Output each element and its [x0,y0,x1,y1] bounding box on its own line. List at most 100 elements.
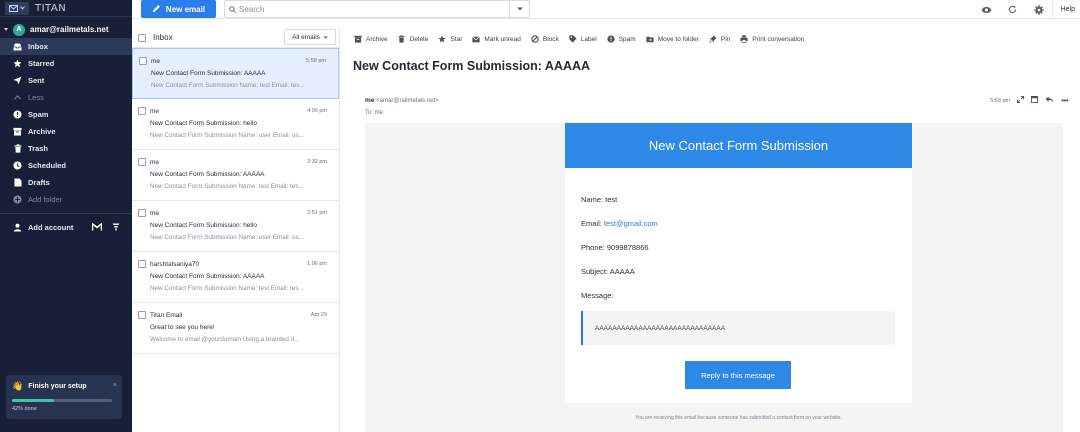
sidebar-item-label: Sent [28,76,45,85]
search-input[interactable] [239,1,509,17]
message-actions: 5:58 pm ••• [990,96,1068,105]
popout-icon[interactable] [1031,96,1039,105]
gear-icon[interactable] [1026,4,1052,15]
finish-setup-card[interactable]: 👋 Finish your setup × 42% done [6,375,122,419]
mail-app-switcher[interactable] [5,1,29,15]
top-right-icons: Help [974,0,1080,19]
email-message-label: Message: [581,291,614,300]
setup-progress-fill [12,399,54,402]
mail-from: me [150,108,160,115]
list-item[interactable]: Titan Email Apr 29 Great to see you here… [132,303,339,354]
filter-dropdown[interactable]: All emails [284,29,336,45]
archive-button[interactable]: Archive [354,35,388,43]
reading-pane: Archive Delete Star Mark unread Block La… [341,28,1080,432]
sidebar-item-label: Inbox [28,42,48,51]
sidebar-item-less[interactable]: Less [0,89,132,106]
mail-preview: Welcome to email @yourdomain Using a bra… [150,336,300,343]
pin-button[interactable]: Pin [709,35,730,43]
gmail-icon[interactable] [91,221,103,233]
delete-button[interactable]: Delete [398,35,428,43]
row-checkbox[interactable] [138,311,146,319]
recipient-line: To: me [365,110,384,116]
more-options-icon[interactable]: ••• [1061,96,1068,105]
block-button[interactable]: Block [531,35,559,43]
sidebar-item-inbox[interactable]: Inbox [0,38,132,55]
search-options-dropdown[interactable] [509,1,529,17]
expand-icon[interactable] [1017,96,1025,105]
label-button[interactable]: Label [569,35,597,43]
reply-icon[interactable] [1045,96,1054,105]
print-button[interactable]: Print conversation [740,35,804,43]
mail-preview: New Contact Form Submission Name: user E… [150,234,304,241]
list-item[interactable]: me 3:32 pm New Contact Form Submission: … [132,150,339,201]
envelope-icon [9,4,18,12]
list-item[interactable]: me 5:58 pm New Contact Form Submission: … [132,48,339,99]
caret-down-icon [4,28,8,31]
mail-time: 5:58 pm [306,58,326,64]
inbox-icon [13,42,22,51]
sidebar-item-drafts[interactable]: Drafts [0,174,132,191]
sidebar-item-label: Less [28,93,44,102]
close-icon[interactable]: × [113,382,117,389]
move-to-folder-button[interactable]: Move to folder [646,35,699,43]
row-checkbox[interactable] [138,107,146,115]
archive-label: Archive [366,35,388,43]
help-link[interactable]: Help [1051,0,1080,19]
eye-icon[interactable] [974,6,1000,14]
sidebar-item-label: Drafts [28,178,50,187]
select-all-checkbox[interactable] [138,33,146,42]
add-account-button[interactable]: Add account [0,219,132,236]
list-item[interactable]: harshtalsaniya70 1:06 pm New Contact For… [132,252,339,303]
refresh-icon[interactable] [1000,5,1026,14]
sidebar-item-trash[interactable]: Trash [0,140,132,157]
email-header: New Contact Form Submission [565,123,912,168]
draft-icon [13,178,22,187]
brand-bar: TITAN [0,0,132,17]
new-email-button[interactable]: New email [141,0,216,18]
sidebar-item-scheduled[interactable]: Scheduled [0,157,132,174]
mail-time: 2:51 pm [307,210,327,216]
sidebar-item-starred[interactable]: Starred [0,55,132,72]
sidebar-item-archive[interactable]: Archive [0,123,132,140]
star-button[interactable]: Star [438,35,462,43]
titan-icon[interactable] [112,223,120,233]
list-item[interactable]: me 2:51 pm New Contact Form Submission: … [132,201,339,252]
mail-from: harshtalsaniya70 [150,261,200,268]
chevron-down-icon [20,6,25,10]
block-icon [531,35,539,43]
search-icon [225,5,239,13]
caret-down-icon [516,7,523,11]
mark-unread-button[interactable]: Mark unread [472,35,521,43]
account-switcher[interactable]: A amar@railmetals.net [0,21,132,38]
list-header: Inbox All emails [132,28,339,48]
sender-name: me [365,97,375,104]
printer-icon [740,35,748,43]
sidebar-item-add-folder[interactable]: Add folder [0,191,132,208]
row-checkbox[interactable] [138,209,146,217]
add-account-label: Add account [28,223,74,232]
mail-subject: Great to see you here! [150,324,215,331]
spam-icon [607,35,615,43]
row-checkbox[interactable] [138,158,146,166]
setup-title: Finish your setup [28,383,87,390]
reply-to-message-button[interactable]: Reply to this message [685,361,791,389]
sender-line: me <amar@railmetals.net> [365,97,439,104]
sidebar-item-sent[interactable]: Sent [0,72,132,89]
trash-icon [13,144,22,153]
filter-label: All emails [292,33,320,41]
mail-time: 3:32 pm [307,159,327,165]
row-checkbox[interactable] [139,57,147,65]
email-link[interactable]: test@gmail.com [604,219,658,228]
mail-preview: New Contact Form Submission Name: test E… [151,82,305,89]
spam-button[interactable]: Spam [607,35,636,43]
list-item[interactable]: me 4:06 pm New Contact Form Submission: … [132,99,339,150]
spam-label: Spam [618,35,636,43]
row-checkbox[interactable] [138,260,146,268]
mark-unread-label: Mark unread [484,35,521,43]
email-message-body: AAAAAAAAAAAAAAAAAAAAAAAAAAAAAA [581,311,895,345]
email-name-field: Name: test [581,195,618,204]
mail-from: me [150,210,160,217]
sidebar-item-spam[interactable]: Spam [0,106,132,123]
sidebar: TITAN A amar@railmetals.net Inbox Starre… [0,0,132,432]
sidebar-item-label: Scheduled [28,161,66,170]
